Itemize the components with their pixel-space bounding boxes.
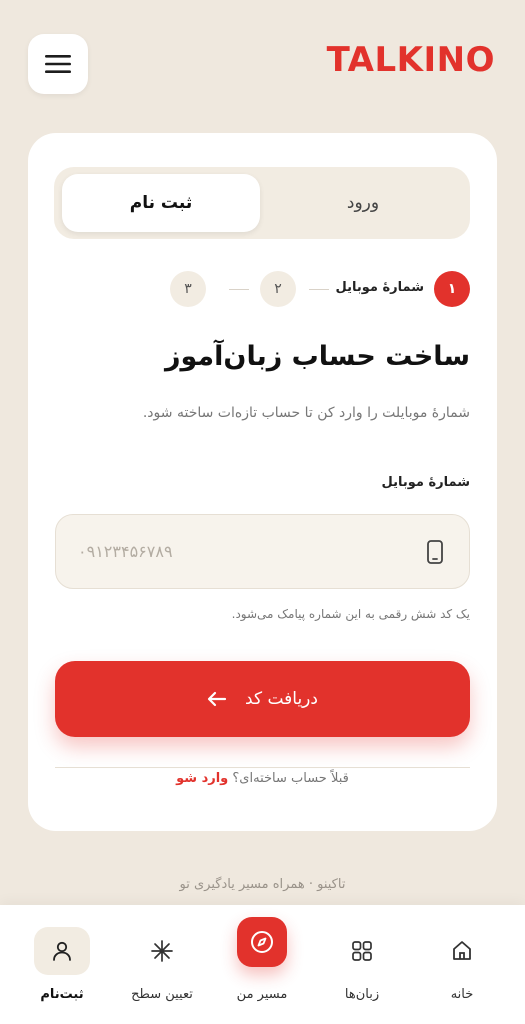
nav-placement-label: تعیین سطح bbox=[131, 987, 193, 1002]
divider bbox=[55, 767, 470, 768]
otp-hint: یک کد شش رقمی به این شماره پیامک می‌شود. bbox=[231, 607, 470, 621]
nav-my-path-label: مسیر من bbox=[236, 987, 288, 1002]
already-have-account-text: قبلاً حساب ساخته‌ای؟ bbox=[232, 771, 349, 786]
page-title: ساخت حساب زبان‌آموز bbox=[164, 341, 470, 372]
compass-icon bbox=[251, 931, 273, 953]
get-code-button[interactable]: دریافت کد bbox=[55, 661, 470, 737]
nav-languages-label: زبان‌ها bbox=[344, 987, 380, 1002]
phone-field-label: شمارهٔ موبایل bbox=[381, 475, 470, 490]
home-icon bbox=[453, 941, 471, 960]
app-header: TALKINO bbox=[0, 0, 525, 126]
menu-button[interactable] bbox=[28, 34, 88, 94]
asterisk-icon bbox=[151, 940, 173, 962]
phone-field[interactable] bbox=[55, 514, 470, 589]
auth-tabs: ورود ثبت نام bbox=[54, 167, 470, 239]
page-subtitle: شمارهٔ موبایلت را وارد کن تا حساب تازه‌ا… bbox=[142, 405, 470, 421]
login-link[interactable]: وارد شو bbox=[176, 771, 228, 786]
step-connector bbox=[229, 289, 249, 290]
footer-tagline: تاکینو · همراه مسیر یادگیری تو bbox=[179, 877, 346, 892]
login-prompt: قبلاً حساب ساخته‌ای؟ وارد شو bbox=[28, 771, 497, 786]
nav-home-label: خانه bbox=[450, 987, 474, 1002]
nav-home[interactable]: خانه bbox=[412, 905, 512, 1024]
step-1-label: شمارهٔ موبایل bbox=[335, 280, 424, 295]
bottom-nav: خانه زبان‌ها مسیر من تعیین سطح bbox=[0, 905, 525, 1024]
progress-steps: ۱ شمارهٔ موبایل ۲ ۳ bbox=[170, 271, 470, 309]
user-icon bbox=[53, 941, 71, 961]
step-3-indicator: ۳ bbox=[170, 271, 206, 307]
phone-input[interactable] bbox=[78, 515, 398, 588]
tab-signup[interactable]: ثبت نام bbox=[62, 174, 260, 232]
get-code-label: دریافت کد bbox=[245, 689, 318, 709]
signup-card: ورود ثبت نام ۱ شمارهٔ موبایل ۲ ۳ ساخت حس… bbox=[28, 133, 497, 831]
phone-icon bbox=[427, 540, 443, 564]
step-connector bbox=[309, 289, 329, 290]
nav-placement[interactable]: تعیین سطح bbox=[112, 905, 212, 1024]
nav-signup-label: ثبت‌نام bbox=[40, 987, 84, 1002]
tab-login[interactable]: ورود bbox=[264, 174, 462, 232]
grid-icon bbox=[352, 941, 372, 961]
nav-signup[interactable]: ثبت‌نام bbox=[12, 905, 112, 1024]
nav-my-path[interactable]: مسیر من bbox=[212, 905, 312, 1024]
talkino-logo[interactable]: TALKINO bbox=[327, 40, 495, 80]
step-1-indicator: ۱ bbox=[434, 271, 470, 307]
hamburger-menu-icon bbox=[45, 55, 71, 73]
arrow-left-icon bbox=[207, 691, 227, 707]
nav-languages[interactable]: زبان‌ها bbox=[312, 905, 412, 1024]
step-2-indicator: ۲ bbox=[260, 271, 296, 307]
